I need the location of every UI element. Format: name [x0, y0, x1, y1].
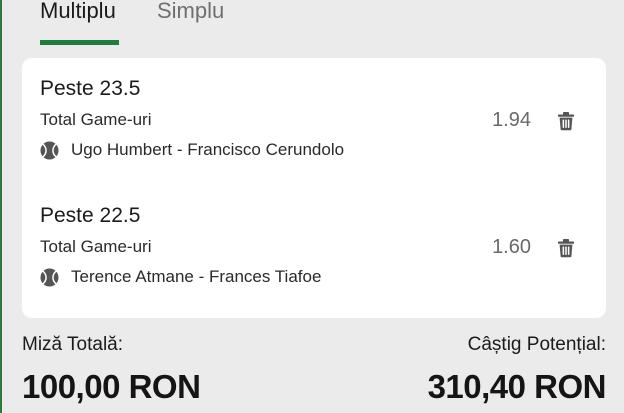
tennis-ball-icon: [40, 140, 59, 160]
tab-simplu[interactable]: Simplu: [157, 0, 224, 28]
selection-odds: 1.94: [492, 109, 531, 131]
selection-title: Peste 23.5: [40, 77, 141, 100]
trash-icon[interactable]: [556, 111, 576, 131]
selection-market: Total Game-uri: [40, 237, 152, 256]
active-tab-indicator: [40, 40, 119, 45]
selection-market: Total Game-uri: [40, 110, 152, 129]
tennis-ball-icon: [40, 267, 59, 287]
potential-win-label: Câștig Potențial:: [467, 334, 606, 355]
selection-event: Ugo Humbert - Francisco Cerundolo: [40, 140, 344, 160]
total-stake-label: Miză Totală:: [22, 334, 124, 355]
selection-event-name: Terence Atmane - Frances Tiafoe: [71, 267, 322, 286]
betslip-summary: Miză Totală: 100,00 RON Câștig Potențial…: [0, 318, 624, 413]
trash-icon[interactable]: [556, 238, 576, 258]
selection-title: Peste 22.5: [40, 204, 141, 227]
selection-item: Peste 22.5 Total Game-uri Terence Atmane…: [22, 185, 606, 295]
betslip-tabs: Multiplu Simplu: [0, 0, 624, 46]
potential-win-value: 310,40 RON: [427, 368, 607, 405]
total-stake-value: 100,00 RON: [22, 368, 201, 405]
tab-multiplu[interactable]: Multiplu: [40, 0, 116, 28]
betslip-selections-card: Peste 23.5 Total Game-uri Ugo Humbert - …: [22, 58, 606, 318]
selection-event-name: Ugo Humbert - Francisco Cerundolo: [71, 140, 345, 159]
selection-item: Peste 23.5 Total Game-uri Ugo Humbert - …: [22, 58, 606, 168]
selection-event: Terence Atmane - Frances Tiafoe: [40, 267, 321, 287]
selection-odds: 1.60: [492, 236, 531, 258]
